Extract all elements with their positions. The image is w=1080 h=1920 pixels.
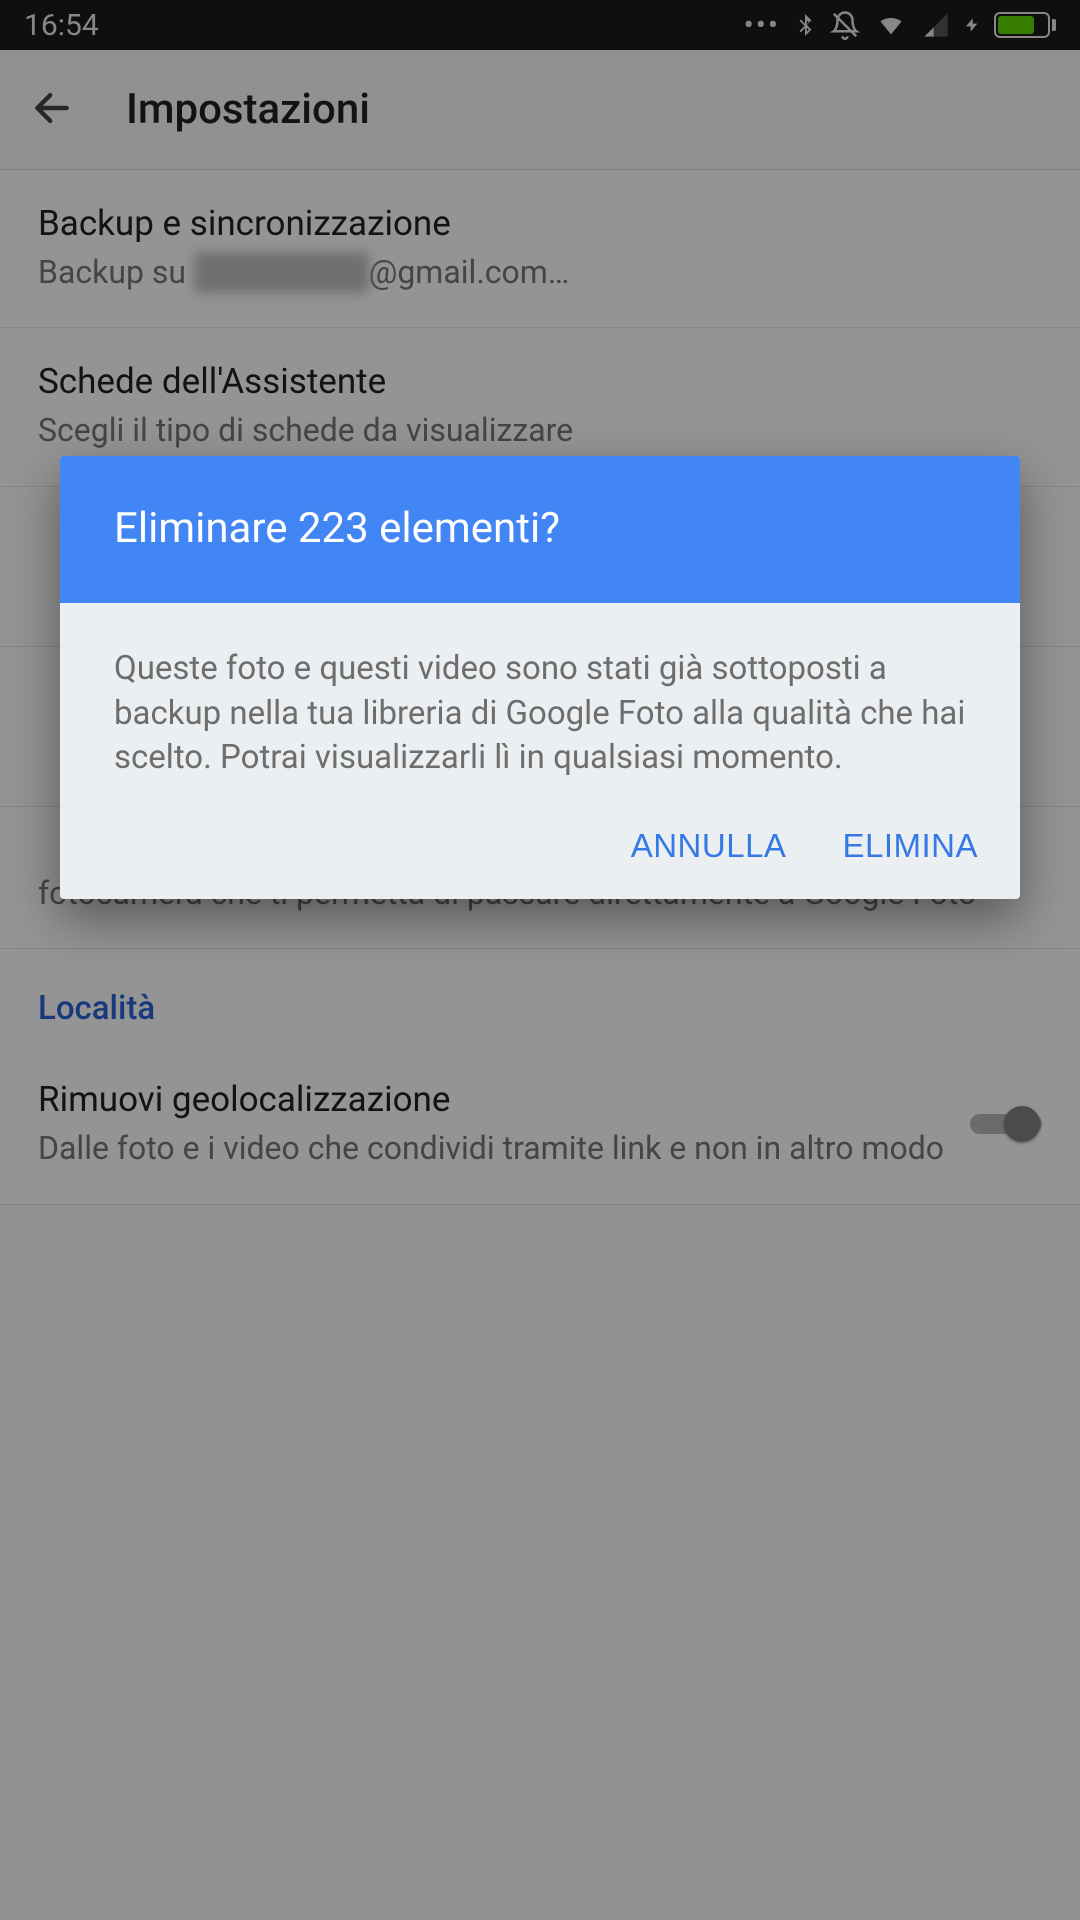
- dialog-body-text: Queste foto e questi video sono stati gi…: [60, 603, 1020, 801]
- screen: 16:54 ••• Impostazioni Backup e sincroni…: [0, 0, 1080, 1920]
- delete-button[interactable]: ELIMINA: [842, 827, 978, 865]
- confirm-delete-dialog: Eliminare 223 elementi? Queste foto e qu…: [60, 456, 1020, 899]
- dialog-title: Eliminare 223 elementi?: [60, 456, 1020, 603]
- dialog-actions: ANNULLA ELIMINA: [60, 801, 1020, 899]
- dialog-scrim[interactable]: [0, 0, 1080, 1920]
- cancel-button[interactable]: ANNULLA: [631, 827, 787, 865]
